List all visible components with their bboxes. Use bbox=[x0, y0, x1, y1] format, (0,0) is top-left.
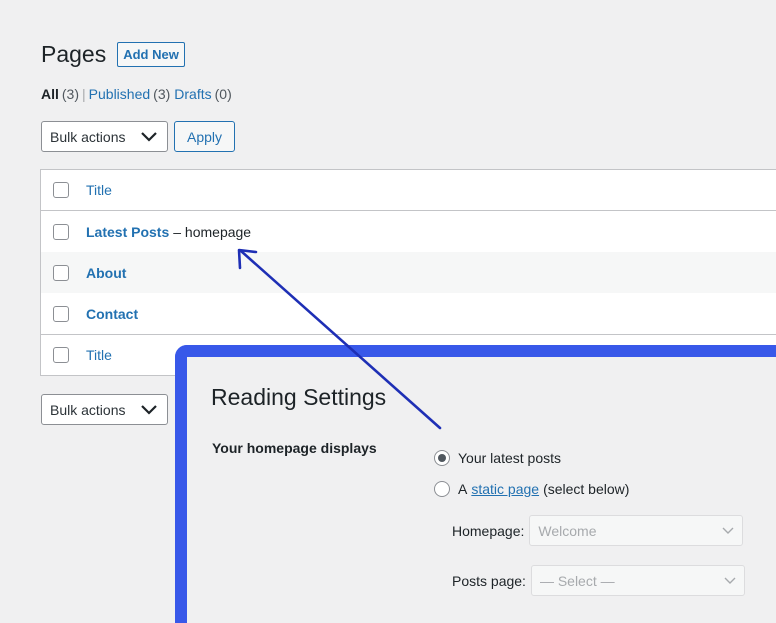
row-checkbox[interactable] bbox=[53, 305, 69, 322]
reading-settings-title: Reading Settings bbox=[211, 384, 387, 410]
page-heading: Pages Add New bbox=[41, 42, 185, 67]
bulk-actions-bottom: Bulk actions bbox=[41, 394, 168, 425]
filter-all-count: (3) bbox=[61, 86, 80, 102]
row-title-link[interactable]: Latest Posts bbox=[86, 224, 169, 240]
filter-published-count: (3) bbox=[153, 86, 171, 102]
posts-page-select[interactable]: — Select — bbox=[530, 565, 745, 596]
post-state: – homepage bbox=[173, 223, 252, 240]
homepage-select-label: Homepage: bbox=[452, 522, 525, 539]
posts-page-select-row: Posts page: — Select — bbox=[452, 565, 745, 596]
static-page-option[interactable]: A static page (select below) bbox=[434, 481, 629, 497]
table-header-row: Title bbox=[41, 170, 776, 211]
filter-published[interactable]: Published bbox=[89, 86, 151, 102]
filter-drafts[interactable]: Drafts bbox=[174, 86, 211, 102]
chevron-down-icon bbox=[141, 404, 157, 415]
reading-settings-panel: Reading Settings Your homepage displays … bbox=[175, 345, 776, 623]
homepage-select[interactable]: Welcome bbox=[529, 515, 744, 546]
add-new-button[interactable]: Add New bbox=[117, 42, 185, 67]
row-title-link[interactable]: About bbox=[86, 265, 126, 281]
bulk-actions-top: Bulk actions Apply bbox=[41, 121, 236, 152]
filter-separator: | bbox=[82, 86, 86, 102]
latest-posts-radio[interactable] bbox=[434, 450, 450, 466]
homepage-select-value: Welcome bbox=[538, 522, 597, 539]
chevron-down-icon bbox=[724, 577, 736, 584]
select-all-checkbox-footer[interactable] bbox=[53, 347, 69, 363]
title-column-header[interactable]: Title bbox=[86, 182, 112, 198]
select-all-checkbox[interactable] bbox=[53, 182, 69, 198]
bulk-actions-select-bottom[interactable]: Bulk actions bbox=[41, 394, 168, 425]
title-column-footer[interactable]: Title bbox=[86, 347, 112, 363]
static-page-radio[interactable] bbox=[434, 481, 450, 497]
table-row: Contact bbox=[41, 293, 776, 334]
homepage-displays-label: Your homepage displays bbox=[212, 440, 377, 456]
bulk-actions-label: Bulk actions bbox=[50, 401, 126, 418]
row-title-link[interactable]: Contact bbox=[86, 306, 138, 322]
chevron-down-icon bbox=[141, 131, 157, 142]
table-row: Latest Posts – homepage bbox=[41, 211, 776, 252]
row-checkbox[interactable] bbox=[53, 223, 69, 240]
latest-posts-option[interactable]: Your latest posts bbox=[434, 450, 561, 466]
filter-drafts-count: (0) bbox=[214, 86, 232, 102]
posts-page-select-value: — Select — bbox=[539, 572, 615, 589]
page-title: Pages bbox=[41, 41, 107, 67]
static-page-suffix: (select below) bbox=[543, 481, 630, 497]
row-checkbox[interactable] bbox=[53, 264, 69, 281]
bulk-actions-select[interactable]: Bulk actions bbox=[41, 121, 168, 152]
latest-posts-label: Your latest posts bbox=[458, 450, 561, 466]
static-page-prefix: A bbox=[458, 481, 468, 497]
posts-page-select-label: Posts page: bbox=[452, 572, 526, 589]
chevron-down-icon bbox=[722, 527, 734, 534]
apply-button[interactable]: Apply bbox=[174, 121, 236, 152]
homepage-select-row: Homepage: Welcome bbox=[452, 515, 744, 546]
status-filters: All (3) | Published (3) Drafts (0) bbox=[41, 86, 232, 102]
table-row: About bbox=[41, 252, 776, 293]
static-page-link[interactable]: static page bbox=[471, 481, 539, 497]
bulk-actions-label: Bulk actions bbox=[50, 128, 126, 145]
filter-all[interactable]: All bbox=[41, 86, 59, 102]
